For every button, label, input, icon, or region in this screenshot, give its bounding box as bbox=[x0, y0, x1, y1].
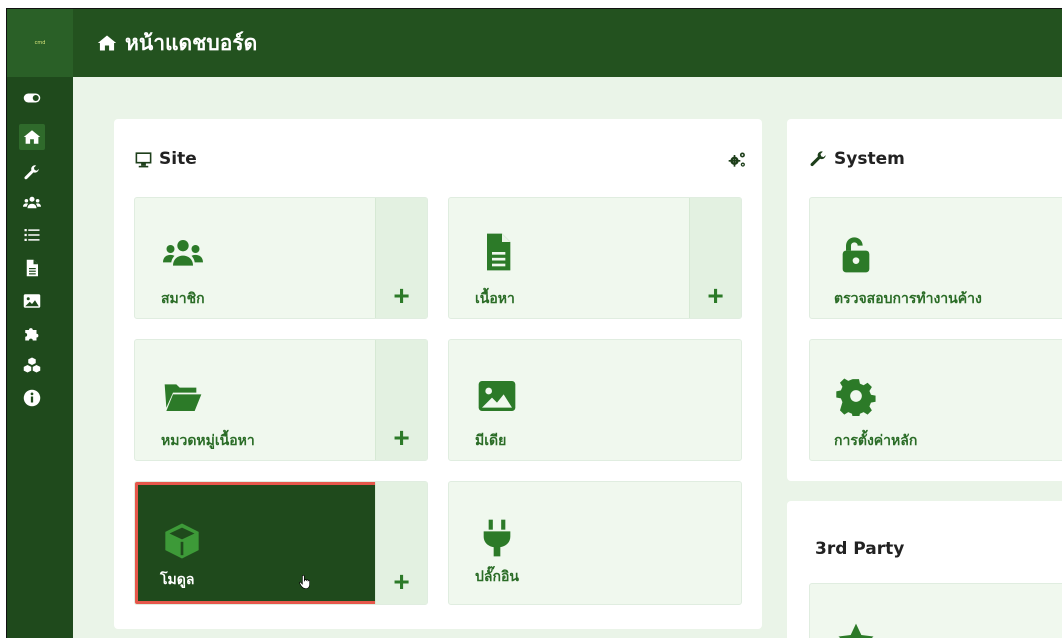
tile-modules[interactable]: โมดูล + bbox=[134, 481, 428, 605]
tile-label: โมดูล bbox=[160, 572, 195, 588]
tile-categories[interactable]: หมวดหมู่เนื้อหา + bbox=[134, 339, 428, 461]
logo-text: cmd bbox=[34, 40, 46, 46]
tile-label: สมาชิก bbox=[161, 291, 205, 307]
unlock-icon bbox=[842, 237, 870, 273]
home-icon bbox=[97, 35, 117, 51]
add-category-button[interactable]: + bbox=[375, 340, 427, 460]
wrench-icon bbox=[810, 150, 826, 166]
system-panel-title: System bbox=[809, 149, 905, 169]
tile-label: มีเดีย bbox=[475, 433, 507, 449]
system-panel: System ตรวจสอบการทำงานค้าง การตั้งค่าหลั… bbox=[787, 119, 1062, 481]
wrench-icon[interactable] bbox=[23, 164, 41, 182]
puzzle-icon[interactable] bbox=[23, 324, 41, 342]
add-member-button[interactable]: + bbox=[375, 198, 427, 318]
tile-main-settings[interactable]: การตั้งค่าหลัก bbox=[809, 339, 1062, 461]
tile-media[interactable]: มีเดีย bbox=[448, 339, 742, 461]
toggle-icon[interactable] bbox=[23, 89, 41, 107]
file-icon bbox=[487, 233, 511, 271]
star-icon bbox=[838, 623, 874, 638]
tile-label: การตั้งค่าหลัก bbox=[834, 433, 918, 449]
cogs-icon[interactable] bbox=[726, 150, 748, 170]
tile-content[interactable]: เนื้อหา + bbox=[448, 197, 742, 319]
plus-icon: + bbox=[393, 422, 410, 453]
cubes-icon[interactable] bbox=[23, 356, 41, 374]
file-icon[interactable] bbox=[23, 259, 41, 277]
image-icon bbox=[478, 381, 516, 411]
third-party-panel-title: 3rd Party bbox=[815, 539, 904, 559]
plus-icon: + bbox=[707, 280, 724, 311]
add-module-button[interactable]: + bbox=[375, 482, 427, 604]
plug-icon bbox=[483, 519, 511, 557]
list-icon[interactable] bbox=[23, 226, 41, 244]
top-bar: หน้าแดชบอร์ด bbox=[73, 9, 1062, 77]
folder-open-icon bbox=[164, 384, 202, 411]
tile-label: เนื้อหา bbox=[475, 291, 515, 307]
home-icon[interactable] bbox=[19, 124, 45, 150]
third-party-panel: 3rd Party bbox=[787, 501, 1062, 638]
tile-label: หมวดหมู่เนื้อหา bbox=[161, 433, 255, 449]
tile-label: ปลั๊กอิน bbox=[475, 569, 519, 585]
add-content-button[interactable]: + bbox=[689, 198, 741, 318]
site-panel-title: Site bbox=[134, 149, 197, 169]
tile-check-stuck[interactable]: ตรวจสอบการทำงานค้าง bbox=[809, 197, 1062, 319]
site-panel-title-text: Site bbox=[159, 149, 197, 169]
tile-label: ตรวจสอบการทำงานค้าง bbox=[834, 291, 982, 307]
logo[interactable]: cmd bbox=[7, 9, 73, 77]
tile-plugins[interactable]: ปลั๊กอิน bbox=[448, 481, 742, 605]
plus-icon: + bbox=[393, 280, 410, 311]
third-party-panel-title-text: 3rd Party bbox=[815, 539, 905, 559]
info-icon[interactable] bbox=[23, 389, 41, 407]
users-icon bbox=[163, 240, 203, 266]
site-panel: Site สมาชิก + เนื้อหา + หมวดหมู่เนื้อหา … bbox=[114, 119, 762, 629]
page-title: หน้าแดชบอร์ด bbox=[125, 30, 258, 55]
desktop-icon bbox=[135, 151, 152, 167]
image-icon[interactable] bbox=[23, 292, 41, 310]
tile-third-party[interactable] bbox=[809, 583, 1062, 638]
hand-cursor-icon bbox=[299, 574, 310, 590]
plus-icon: + bbox=[393, 566, 410, 597]
system-panel-title-text: System bbox=[834, 149, 905, 169]
cube-icon bbox=[165, 523, 199, 559]
cog-icon bbox=[836, 378, 876, 416]
app-window: cmd หน้าแดชบอร์ด Site สมาชิก + เนื้อหา +… bbox=[6, 8, 1062, 638]
users-icon[interactable] bbox=[23, 194, 41, 212]
sidebar: cmd bbox=[7, 9, 73, 638]
tile-members[interactable]: สมาชิก + bbox=[134, 197, 428, 319]
